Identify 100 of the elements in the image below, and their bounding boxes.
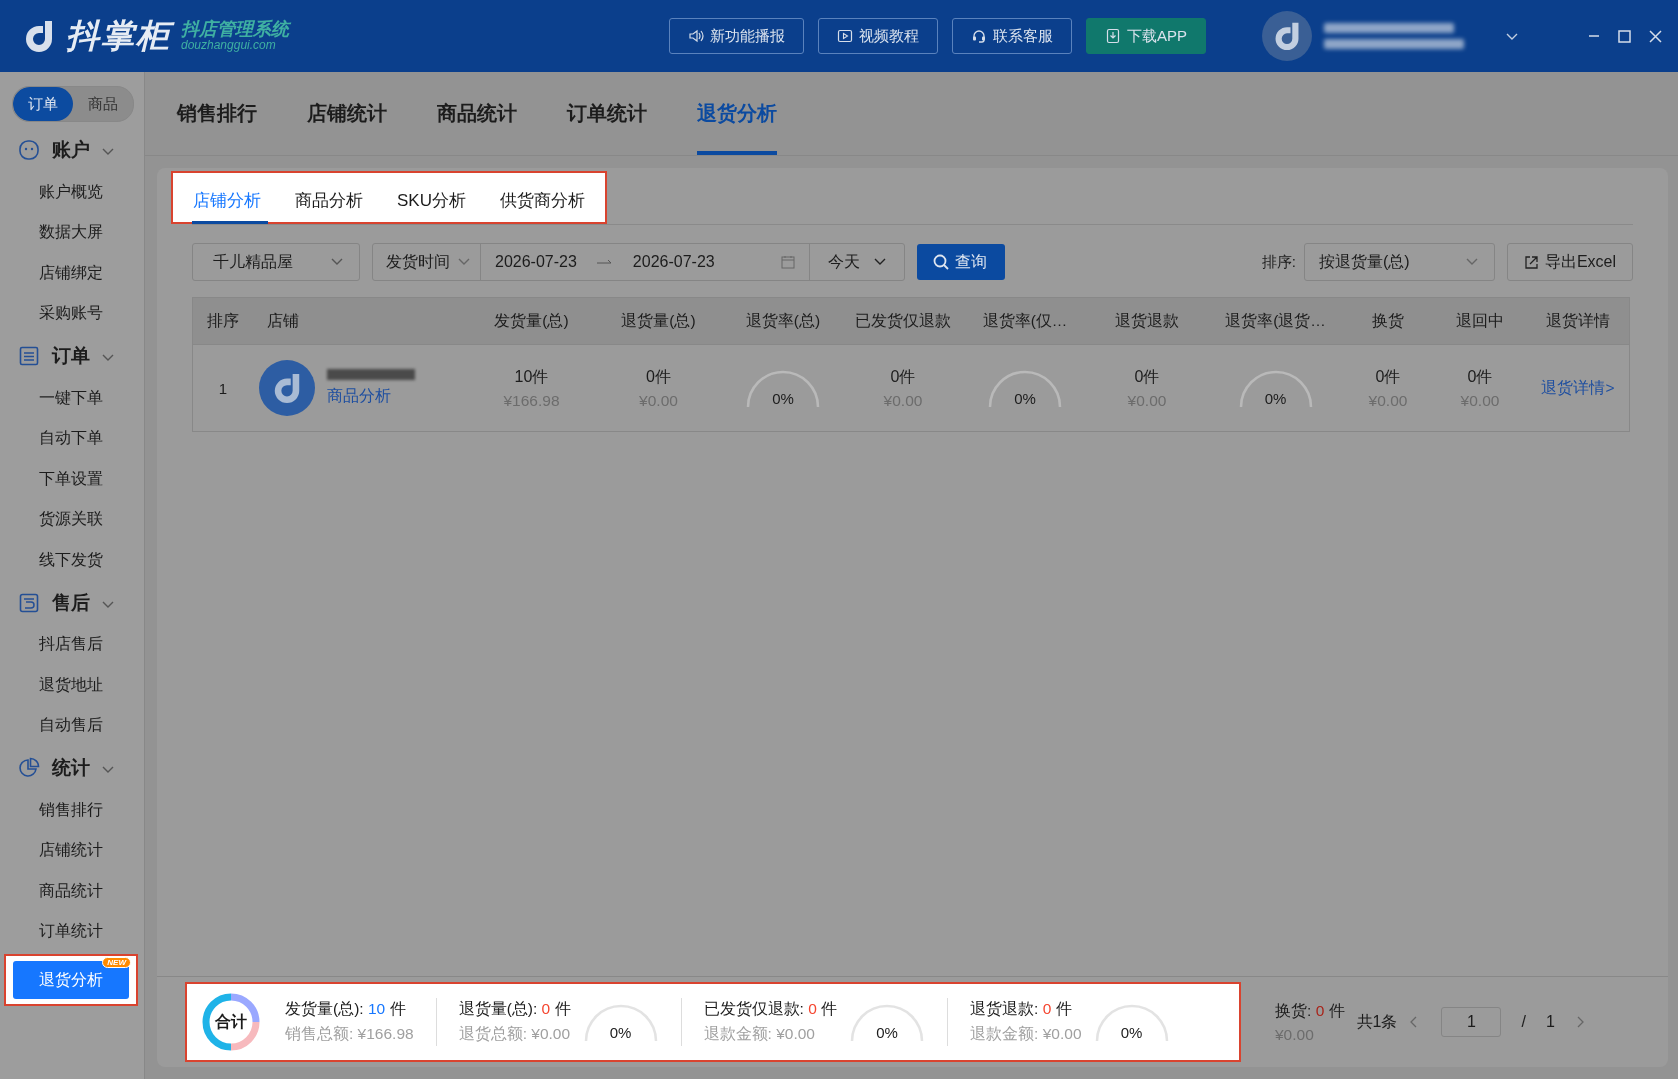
donut-icon [202, 993, 260, 1051]
count-cell-text: 0件 [646, 366, 671, 387]
column-header: 店铺 [253, 298, 470, 345]
column-header: 已发货仅退款 [842, 298, 964, 345]
column-header: 退货量(总) [593, 298, 724, 345]
toggle-option[interactable]: 商品 [73, 87, 133, 121]
column-header: 发货量(总) [470, 298, 593, 345]
sidebar-group-title[interactable]: 订单 [52, 343, 90, 369]
face-icon [18, 139, 40, 161]
shop-avatar [259, 360, 315, 416]
sidebar-item[interactable]: 销售排行 [12, 790, 137, 831]
pie-chart-icon [18, 757, 40, 779]
sub-tab[interactable]: SKU分析 [397, 183, 466, 218]
stat-label: 退货量(总): 0 件 [458, 999, 571, 1019]
column-header: 退货详情 [1527, 298, 1629, 345]
return-icon [18, 591, 40, 614]
sidebar-item[interactable]: 商品统计 [12, 871, 137, 912]
logo-domain: douzhanggui.com [181, 39, 277, 53]
chevron-down-icon [102, 766, 114, 774]
stat-label: 已发货仅退款: 0 件 [703, 999, 838, 1019]
stat-subtext: 退货总额: ¥0.00 [458, 1024, 571, 1044]
end-date: 2026-07-23 [632, 253, 715, 271]
user-avatar[interactable] [1262, 11, 1312, 61]
shop-select[interactable]: 千儿精品屋 [192, 243, 360, 281]
sidebar-group-title[interactable]: 账户 [52, 137, 90, 163]
new-badge: NEW [102, 957, 131, 968]
sidebar-item[interactable]: 下单设置 [12, 459, 137, 500]
sidebar-item[interactable]: 店铺统计 [12, 830, 137, 871]
search-icon [933, 254, 949, 270]
top-tab[interactable]: 店铺统计 [307, 72, 387, 155]
gauge-value: 0% [876, 1024, 898, 1041]
chevron-down-icon [458, 258, 470, 266]
sidebar-item[interactable]: 采购账号 [12, 293, 137, 334]
column-header: 退货率(退货… [1208, 298, 1343, 345]
maximize-icon[interactable] [1618, 29, 1631, 43]
chevron-down-icon [102, 354, 114, 362]
count-cell-text: 10件 [514, 366, 549, 387]
sidebar-group-title[interactable]: 统计 [52, 755, 90, 781]
chevron-down-icon [102, 148, 114, 156]
sidebar-item[interactable]: 自动售后 [12, 705, 137, 746]
chevron-down-icon [102, 600, 114, 609]
gauge-value: 0% [609, 1024, 632, 1041]
sort-select[interactable]: 按退货量(总) [1303, 243, 1495, 281]
toggle-option[interactable]: 订单 [13, 87, 73, 121]
sidebar-item[interactable]: 抖店售后 [12, 624, 137, 665]
page-count: 1 [1545, 1013, 1555, 1031]
gauge-value: 0% [1264, 390, 1287, 407]
page-separator: / [1521, 1013, 1526, 1031]
column-header: 退货率(总) [724, 298, 842, 345]
stat-label: 发货量(总): 10 件 [285, 999, 407, 1019]
header-button[interactable]: 视频教程 [818, 18, 938, 54]
count-cell-text: 0件 [1467, 366, 1493, 387]
column-header: 换货 [1343, 298, 1433, 345]
sidebar-item[interactable]: 退货地址 [12, 665, 137, 706]
chevron-down-icon [1465, 258, 1478, 266]
header-button[interactable]: 下载APP [1086, 18, 1206, 54]
gauge-value: 0% [1014, 390, 1036, 407]
export-icon [1523, 254, 1539, 270]
sidebar-item[interactable]: 数据大屏 [12, 212, 137, 253]
top-tab[interactable]: 销售排行 [177, 72, 257, 155]
stat-subtext: 退款金额: ¥0.00 [970, 1024, 1082, 1044]
calendar-icon [781, 255, 795, 269]
count-cell-text: 0件 [1375, 366, 1401, 387]
gauge-value: 0% [772, 390, 794, 407]
query-button[interactable]: 查询 [917, 244, 1005, 280]
list-icon [18, 345, 40, 367]
date-range-field[interactable]: 发货时间 2026-07-23 2026-07-23 今天 [372, 243, 905, 281]
stat-subtext: 退款金额: ¥0.00 [703, 1024, 816, 1044]
header-button[interactable]: 新功能播报 [669, 18, 804, 54]
stat-subtext: 销售总额: ¥166.98 [285, 1024, 414, 1044]
sidebar-item[interactable]: 一键下单 [12, 378, 137, 419]
download-icon [1105, 28, 1121, 44]
video-icon [837, 28, 853, 44]
column-header: 退货退款 [1086, 298, 1208, 345]
header-button[interactable]: 联系客服 [952, 18, 1072, 54]
top-tab[interactable]: 订单统计 [567, 72, 647, 155]
sidebar-item[interactable]: 货源关联 [12, 499, 137, 540]
sidebar-item[interactable]: 账户概览 [12, 172, 137, 213]
sidebar-item[interactable]: 店铺绑定 [12, 253, 137, 294]
sidebar-item[interactable]: 线下发货 [12, 540, 137, 581]
page-field[interactable]: 1 [1441, 1007, 1502, 1037]
sidebar-group-title[interactable]: 售后 [52, 589, 90, 616]
total-count: 共1条 [1356, 1011, 1398, 1032]
top-tab[interactable]: 商品统计 [437, 72, 517, 155]
sub-tab[interactable]: 店铺分析 [193, 183, 261, 218]
sidebar-item[interactable]: 订单统计 [12, 911, 137, 952]
export-button[interactable]: 导出Excel [1506, 243, 1633, 281]
sidebar-item[interactable]: 自动下单 [12, 418, 137, 459]
count-cell-text: 0件 [1134, 366, 1160, 387]
sub-tab[interactable]: 供货商分析 [499, 183, 585, 218]
sort-label: 排序: [1261, 252, 1296, 272]
sub-tab[interactable]: 商品分析 [295, 183, 363, 218]
chevron-down-icon [331, 258, 343, 266]
total-label: 合计 [215, 1011, 247, 1032]
close-icon[interactable] [1649, 29, 1662, 43]
stat-label: 换货: 0 件 [1275, 1000, 1345, 1021]
column-header: 退货率(仅… [964, 298, 1086, 345]
chevron-down-icon [874, 258, 886, 266]
start-date: 2026-07-23 [495, 253, 577, 271]
column-header: 排序 [193, 298, 253, 345]
